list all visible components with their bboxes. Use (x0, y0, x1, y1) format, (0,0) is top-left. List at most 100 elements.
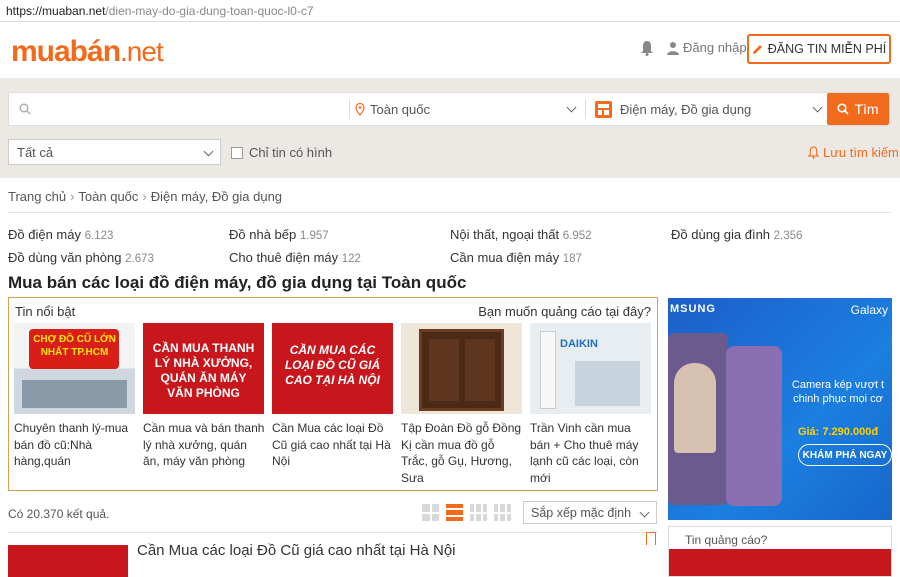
search-box: Toàn quốc Điện máy, Đồ gia dụng (8, 92, 890, 126)
ad-price: Giá: 7.290.000đ (797, 426, 879, 438)
bell-icon (808, 146, 819, 159)
type-filter-select[interactable]: Tất cả (8, 139, 221, 165)
listing-thumbnail[interactable] (8, 545, 128, 577)
ad-headline: Camera kép vượt t chinh phục mọi cơ (791, 379, 885, 405)
address-bar[interactable]: https://muaban.net/dien-may-do-gia-dung-… (0, 0, 900, 22)
login-link[interactable]: Đăng nhập (667, 40, 747, 55)
ad-cta-button[interactable]: KHÁM PHÁ NGAY (798, 444, 892, 466)
category-link[interactable]: Đồ điện máy 6.123 (8, 227, 113, 242)
thumb-cabinet-door (465, 339, 495, 401)
photos-only-checkbox[interactable]: Chỉ tin có hình (231, 145, 332, 160)
secondary-ad[interactable]: Tin quảng cáo? (668, 526, 892, 577)
thumb-text: CHỢ ĐỒ CŨ LỚN NHẤT TP.HCM (33, 334, 116, 358)
page-title: Mua bán các loại đồ điện máy, đồ gia dụn… (8, 273, 467, 292)
category-select[interactable]: Điện máy, Đồ gia dụng (595, 93, 825, 125)
featured-item[interactable]: CẦN MUA CÁC LOẠI ĐỒ CŨ GIÁ CAO TẠI HÀ NỘ… (272, 323, 394, 470)
advertise-link[interactable]: Bạn muốn quảng cáo tại đây? (478, 304, 651, 319)
category-name: Cho thuê điện máy (229, 250, 339, 265)
category-link[interactable]: Nội thất, ngoại thất 6.952 (450, 227, 592, 242)
search-icon (19, 103, 31, 115)
category-link[interactable]: Đồ dùng gia đình 2.356 (671, 227, 802, 242)
category-name: Đồ điện máy (8, 227, 81, 242)
featured-caption: Trần Vinh cần mua bán + Cho thuê máy lạn… (530, 421, 639, 485)
breadcrumb-category[interactable]: Điện máy, Đồ gia dụng (151, 189, 282, 204)
featured-item[interactable]: CHỢ ĐỒ CŨ LỚN NHẤT TP.HCM Chuyên thanh l… (14, 323, 136, 470)
breadcrumb-home[interactable]: Trang chủ (8, 189, 66, 204)
ad-banner[interactable]: MSUNG Galaxy Camera kép vượt t chinh phụ… (668, 298, 892, 520)
category-name: Đồ dùng gia đình (671, 227, 771, 242)
bell-icon[interactable] (640, 40, 654, 56)
category-link[interactable]: Đồ nhà bếp 1.957 (229, 227, 329, 242)
featured-item[interactable]: Tập Đoàn Đồ gỗ Đồng Kị cần mua đồ gỗ Trắ… (401, 323, 523, 486)
site-logo[interactable]: muabán.net (11, 35, 164, 69)
location-value: Toàn quốc (370, 101, 430, 117)
login-label: Đăng nhập (683, 40, 747, 55)
secondary-ad-label: Tin quảng cáo? (685, 533, 768, 547)
chevron-down-icon (566, 102, 577, 113)
search-button[interactable]: Tìm (827, 93, 889, 125)
map-pin-icon (355, 102, 365, 116)
category-name: Nội thất, ngoại thất (450, 227, 560, 242)
appliance-icon (595, 100, 612, 118)
featured-thumbnail: CẦN MUA THANH LÝ NHÀ XƯỞNG, QUÁN ĂN MÁY … (143, 323, 264, 414)
sort-select[interactable]: Sắp xếp mặc định (523, 501, 657, 524)
category-count: 6.123 (84, 230, 114, 242)
secondary-ad-image (669, 549, 891, 576)
pencil-icon (752, 44, 762, 54)
category-name: Đồ nhà bếp (229, 227, 297, 242)
category-link[interactable]: Đồ dùng văn phòng 2.673 (8, 250, 154, 265)
ad-brand: MSUNG (670, 303, 716, 315)
filter-value: Tất cả (17, 144, 54, 160)
save-search-link[interactable]: Lưu tìm kiếm (808, 145, 899, 160)
ad-phone (726, 346, 782, 506)
thumb-text: CẦN MUA CÁC LOẠI ĐỒ CŨ GIÁ CAO TẠI HÀ NỘ… (284, 343, 381, 387)
compact-grid-icon[interactable] (468, 502, 489, 523)
featured-title: Tin nổi bật (15, 304, 76, 319)
featured-caption: Chuyên thanh lý-mua bán đồ cũ:Nhà hàng,q… (14, 421, 129, 468)
category-count: 2.356 (773, 230, 803, 242)
checkbox-box[interactable] (231, 146, 243, 159)
photos-only-label: Chỉ tin có hình (249, 145, 333, 160)
category-value: Điện máy, Đồ gia dụng (620, 101, 752, 117)
keyword-input[interactable] (9, 93, 349, 125)
url-host: https://muaban.net (6, 4, 106, 18)
category-name: Cần mua điện máy (450, 250, 560, 265)
thumb-street (22, 380, 127, 408)
featured-thumbnail: CHỢ ĐỒ CŨ LỚN NHẤT TP.HCM (14, 323, 135, 414)
divider (585, 99, 586, 119)
category-count: 1.957 (299, 230, 329, 242)
featured-thumbnail (401, 323, 522, 414)
chevron-down-icon (639, 507, 650, 518)
search-band: Toàn quốc Điện máy, Đồ gia dụng Tìm Tất … (0, 78, 900, 178)
category-link[interactable]: Cho thuê điện máy 122 (229, 250, 361, 265)
featured-item[interactable]: CẦN MUA THANH LÝ NHÀ XƯỞNG, QUÁN ĂN MÁY … (143, 323, 265, 470)
search-button-label: Tìm (854, 101, 879, 117)
thumb-unit (540, 331, 556, 409)
sort-value: Sắp xếp mặc định (531, 505, 632, 520)
post-ad-label: ĐĂNG TIN MIỄN PHÍ (767, 42, 887, 56)
featured-item[interactable]: DAIKIN Trần Vinh cần mua bán + Cho thuê … (530, 323, 652, 486)
thumb-cabinet-door (429, 339, 459, 401)
listing-title[interactable]: Cần Mua các loại Đồ Cũ giá cao nhất tại … (137, 542, 456, 559)
featured-caption: Cần Mua các loại Đồ Cũ giá cao nhất tại … (272, 421, 391, 468)
ad-product: Galaxy (850, 303, 888, 317)
breadcrumb-location[interactable]: Toàn quốc (78, 189, 138, 204)
divider (8, 532, 658, 533)
category-link[interactable]: Cần mua điện máy 187 (450, 250, 582, 265)
location-select[interactable]: Toàn quốc (355, 93, 585, 125)
category-count: 2.673 (125, 253, 154, 265)
featured-thumbnail: CẦN MUA CÁC LOẠI ĐỒ CŨ GIÁ CAO TẠI HÀ NỘ… (272, 323, 393, 414)
user-icon (667, 41, 679, 55)
list-view-icon[interactable] (444, 502, 465, 523)
featured-caption: Tập Đoàn Đồ gỗ Đồng Kị cần mua đồ gỗ Trắ… (401, 421, 522, 485)
breadcrumb-separator: › (142, 189, 147, 204)
post-ad-button[interactable]: ĐĂNG TIN MIỄN PHÍ (747, 34, 891, 64)
category-count: 187 (562, 253, 582, 265)
grid-view-icon[interactable] (420, 502, 441, 523)
category-count: 122 (341, 253, 361, 265)
gallery-view-icon[interactable] (492, 502, 513, 523)
category-name: Đồ dùng văn phòng (8, 250, 122, 265)
url-path: /dien-may-do-gia-dung-toan-quoc-l0-c7 (105, 4, 314, 18)
chevron-down-icon (203, 146, 214, 157)
bookmark-icon[interactable] (646, 532, 656, 545)
